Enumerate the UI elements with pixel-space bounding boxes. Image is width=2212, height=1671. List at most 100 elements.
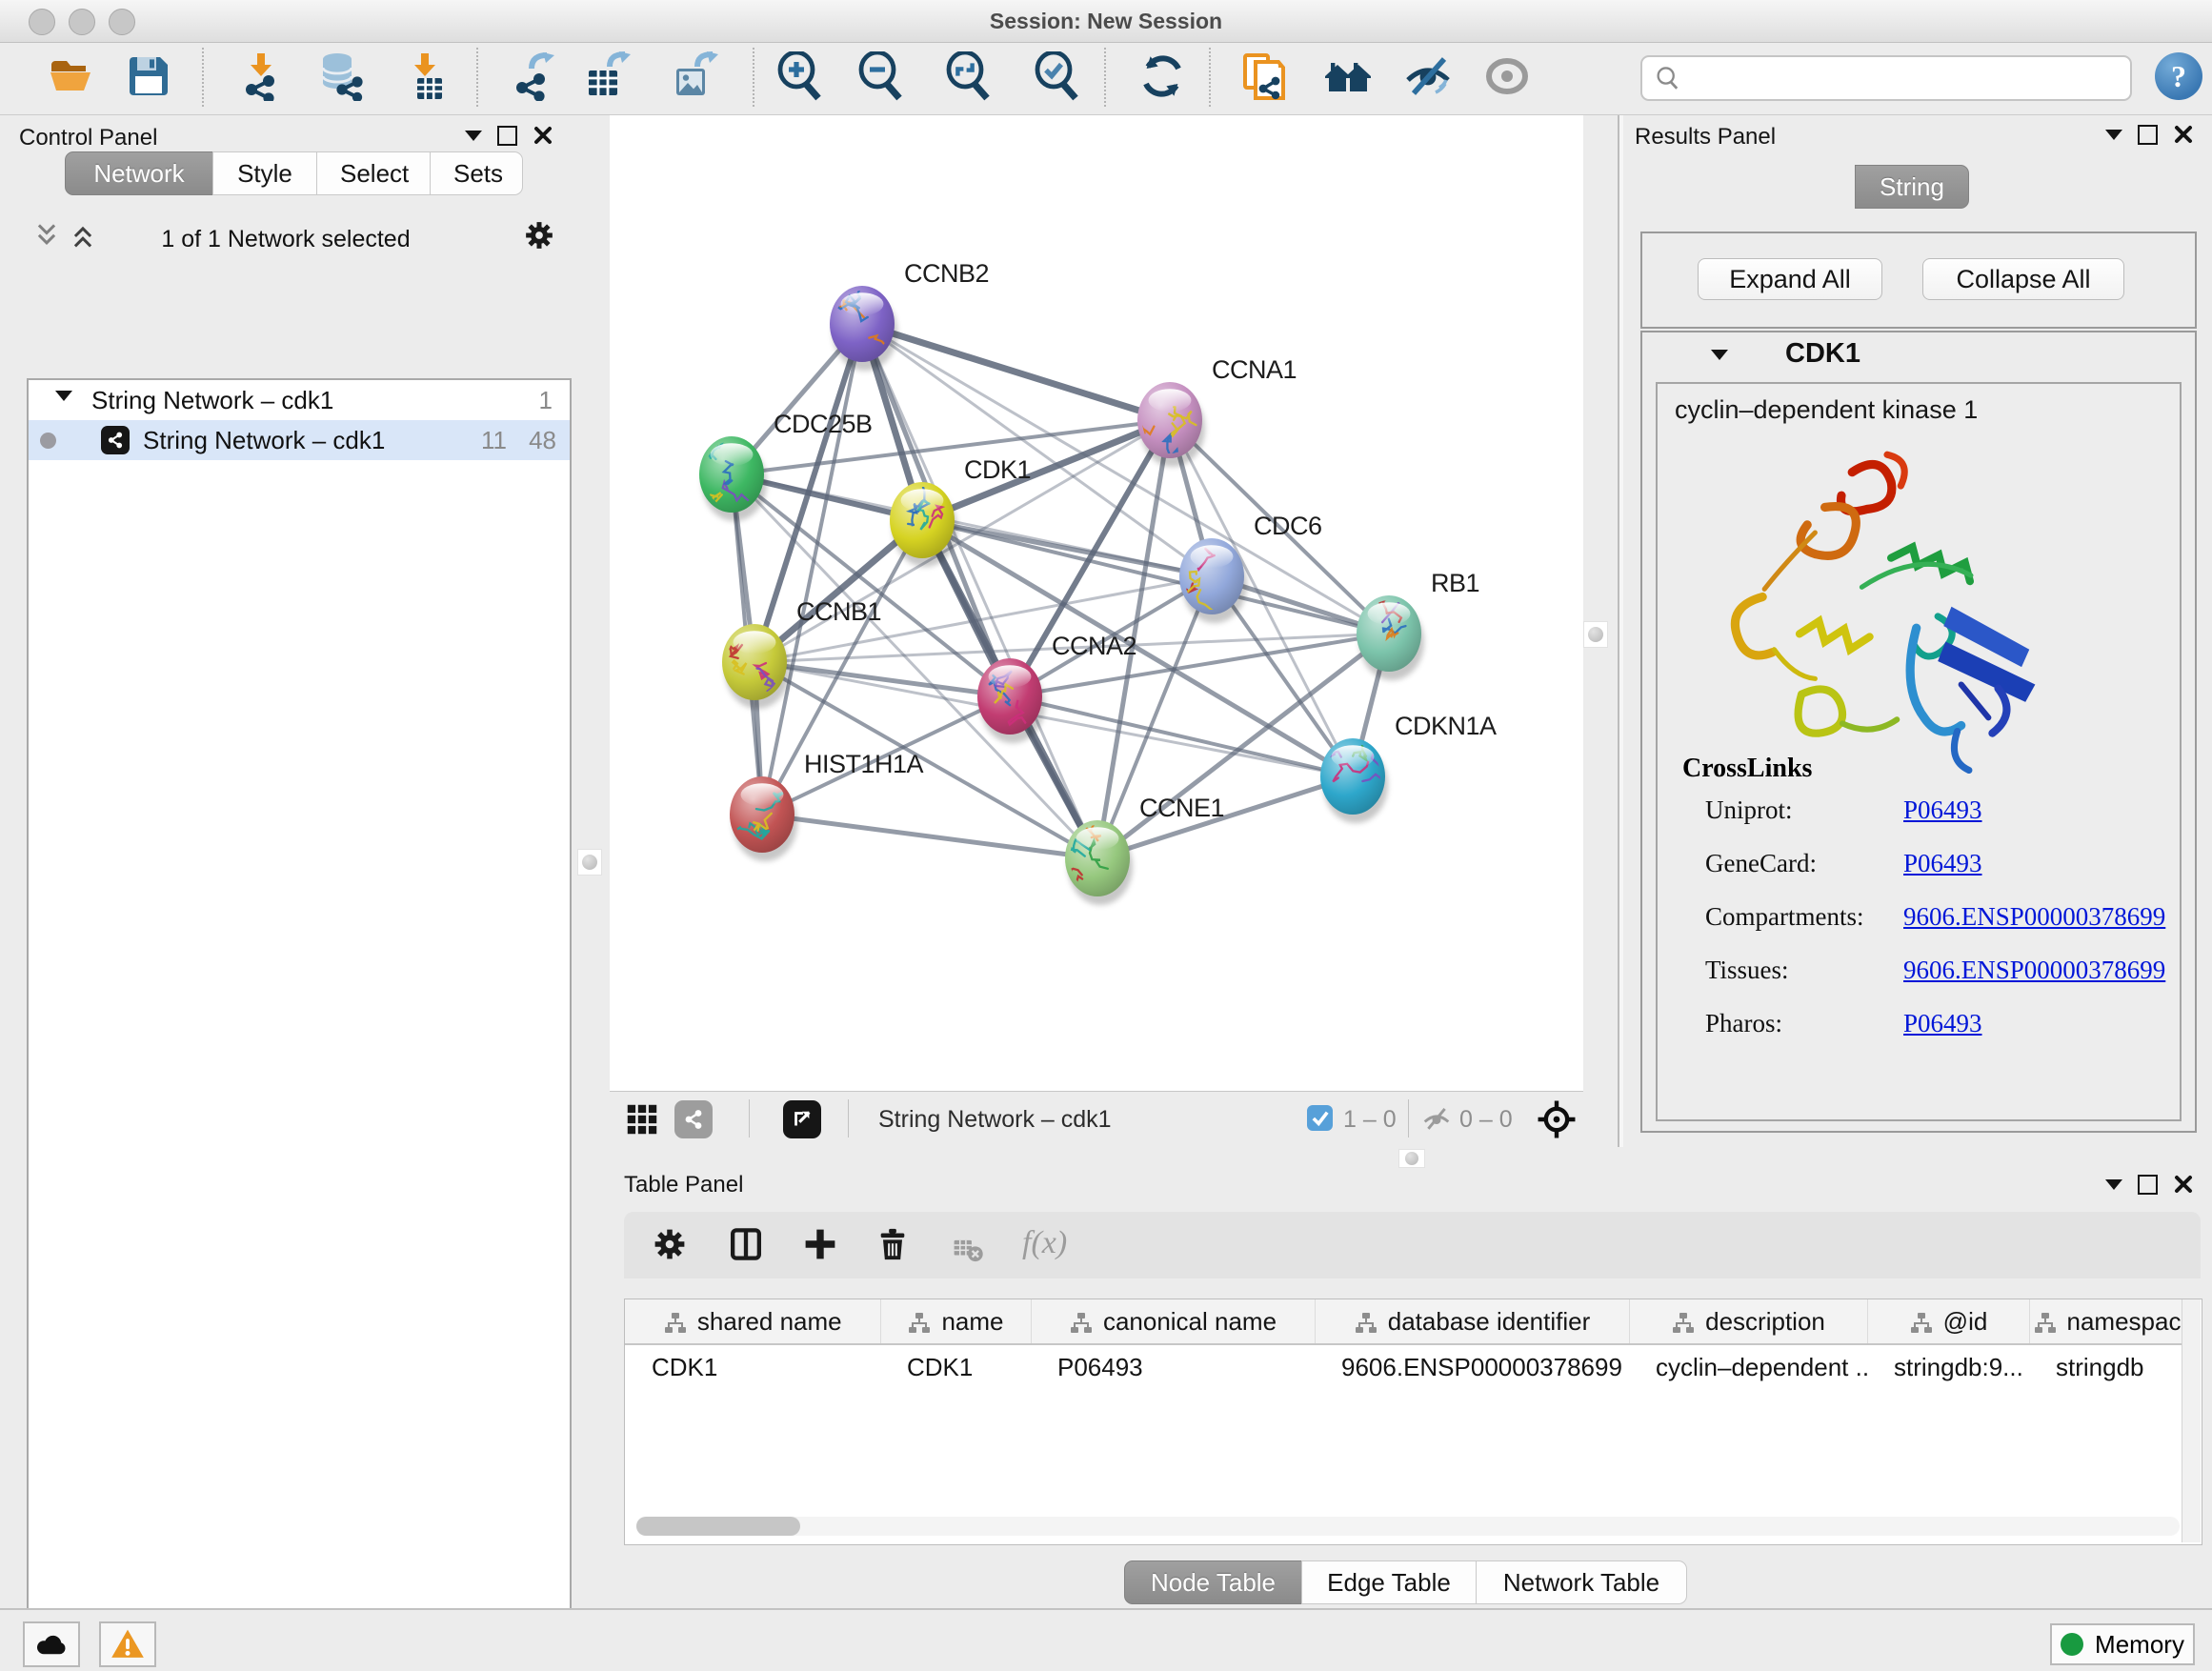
table-cell[interactable]: CDK1	[625, 1344, 880, 1389]
tab-sets[interactable]: Sets	[430, 151, 523, 195]
trash-icon	[874, 1225, 912, 1263]
left-splitter-handle[interactable]	[577, 849, 602, 876]
database-icon	[316, 51, 366, 101]
tab-select[interactable]: Select	[316, 151, 431, 195]
tab-network[interactable]: Network	[65, 151, 213, 195]
column-header--id[interactable]: @id	[1867, 1299, 2029, 1344]
open-session-button[interactable]	[46, 49, 99, 106]
table-cell[interactable]: CDK1	[880, 1344, 1031, 1389]
zoom-in-button[interactable]	[774, 49, 827, 106]
network-options-gear-button[interactable]	[522, 218, 556, 252]
export-table-button[interactable]	[581, 49, 634, 106]
fit-selected-button[interactable]	[1536, 1098, 1578, 1140]
collapse-all-button[interactable]: Collapse All	[1922, 258, 2124, 300]
string-network-graph[interactable]: CCNB2CCNA1CDC25BCDK1CDC6RB1CCNB1CCNA2CDK…	[610, 115, 1583, 1091]
search-input[interactable]	[1690, 59, 2122, 95]
panel-float-button[interactable]	[497, 126, 517, 146]
table-vertical-scrollbar[interactable]	[2182, 1299, 2201, 1542]
crosslink-row: Pharos:P06493	[1705, 1009, 2162, 1062]
results-float-button[interactable]	[2138, 125, 2158, 145]
apply-layout-button[interactable]	[1136, 49, 1189, 106]
column-header-description[interactable]: description	[1629, 1299, 1867, 1344]
edge-CCNB2-CCNA1[interactable]	[862, 324, 1170, 420]
zoom-out-button[interactable]	[855, 49, 908, 106]
export-image-button[interactable]	[669, 49, 722, 106]
expand-all-button[interactable]: Expand All	[1698, 258, 1882, 300]
crosslink-label: Compartments:	[1705, 902, 1863, 931]
network-view-toolbar: String Network – cdk1 1 – 0 0 – 0	[610, 1091, 1583, 1146]
cloud-status-button[interactable]	[23, 1621, 80, 1667]
crosslink-value-link[interactable]: P06493	[1903, 849, 1982, 878]
column-header-database-identifier[interactable]: database identifier	[1315, 1299, 1629, 1344]
memory-button[interactable]: Memory	[2050, 1623, 2195, 1665]
tab-network-table[interactable]: Network Table	[1476, 1560, 1687, 1604]
save-session-button[interactable]	[122, 49, 175, 106]
panel-menu-button[interactable]	[465, 131, 482, 141]
warning-status-button[interactable]	[99, 1621, 156, 1667]
network-collection-row[interactable]: String Network – cdk1 1	[29, 380, 570, 420]
import-network-database-button[interactable]	[314, 49, 368, 106]
edge-CCNB2-HIST1H1A[interactable]	[762, 324, 862, 815]
column-header-canonical-name[interactable]: canonical name	[1031, 1299, 1315, 1344]
tab-style[interactable]: Style	[212, 151, 317, 195]
edge-HIST1H1A-CCNE1[interactable]	[762, 815, 1097, 858]
string-query-button[interactable]	[1321, 49, 1375, 106]
help-button[interactable]: ?	[2155, 52, 2202, 100]
table-float-button[interactable]	[2138, 1175, 2158, 1195]
add-column-button[interactable]	[801, 1225, 839, 1263]
crosslink-value-link[interactable]: P06493	[1903, 1009, 1982, 1038]
table-close-button[interactable]	[2173, 1174, 2194, 1195]
first-neighbors-button[interactable]	[1238, 49, 1292, 106]
scrollbar-thumb[interactable]	[636, 1517, 800, 1536]
edge-CDKN1A-CCNE1[interactable]	[1097, 776, 1353, 858]
crosslink-value-link[interactable]: P06493	[1903, 795, 1982, 825]
node-table[interactable]: shared namenamecanonical namedatabase id…	[624, 1299, 2202, 1545]
node-CDKN1A[interactable]: CDKN1A	[1320, 712, 1497, 823]
bottom-splitter-handle[interactable]	[1398, 1149, 1425, 1168]
show-all-button[interactable]	[1480, 49, 1534, 106]
table-menu-button[interactable]	[2105, 1179, 2122, 1190]
column-header-namespac[interactable]: namespac	[2029, 1299, 2184, 1344]
table-horizontal-scrollbar[interactable]	[636, 1517, 2180, 1536]
table-cell[interactable]: P06493	[1031, 1344, 1315, 1389]
column-header-shared-name[interactable]: shared name	[625, 1299, 880, 1344]
crosslink-value-link[interactable]: 9606.ENSP00000378699	[1903, 956, 2165, 985]
zoom-fit-button[interactable]	[942, 49, 995, 106]
results-menu-button[interactable]	[2105, 130, 2122, 140]
table-cell[interactable]: stringdb:9...	[1867, 1344, 2029, 1389]
table-row[interactable]: CDK1CDK1P064939606.ENSP00000378699cyclin…	[625, 1344, 2184, 1389]
birdseye-view-button[interactable]	[783, 1100, 821, 1138]
hide-selected-button[interactable]	[1401, 49, 1455, 106]
table-cell[interactable]: stringdb	[2029, 1344, 2184, 1389]
table-cell[interactable]: cyclin–dependent ...	[1629, 1344, 1867, 1389]
edge-CCNA2-CDKN1A[interactable]	[1010, 696, 1353, 776]
function-builder-button[interactable]: f(x)	[1022, 1225, 1067, 1261]
zoom-selected-button[interactable]	[1031, 49, 1084, 106]
panel-close-button[interactable]	[533, 125, 553, 146]
table-cell[interactable]: 9606.ENSP00000378699	[1315, 1344, 1629, 1389]
export-network-button[interactable]	[507, 49, 560, 106]
tab-string[interactable]: String	[1855, 165, 1969, 209]
column-header-name[interactable]: name	[880, 1299, 1031, 1344]
table-options-button[interactable]	[651, 1225, 689, 1263]
network-share-view-button[interactable]	[674, 1100, 713, 1138]
show-columns-button[interactable]	[727, 1225, 765, 1263]
network-canvas[interactable]: CCNB2CCNA1CDC25BCDK1CDC6RB1CCNB1CCNA2CDK…	[610, 115, 1583, 1091]
import-network-file-button[interactable]	[234, 49, 288, 106]
node-CCNA1[interactable]: CCNA1	[1137, 355, 1297, 467]
node-CCNE1[interactable]: CCNE1	[1065, 794, 1224, 905]
protein-expander-button[interactable]	[1711, 350, 1728, 360]
tab-edge-table[interactable]: Edge Table	[1301, 1560, 1477, 1604]
selected-checkbox[interactable]	[1307, 1105, 1333, 1131]
import-table-file-button[interactable]	[398, 49, 452, 106]
edge-CCNB2-RB1[interactable]	[862, 324, 1389, 634]
node-RB1[interactable]: RB1	[1357, 569, 1479, 680]
grid-view-button[interactable]	[625, 1102, 659, 1137]
results-close-button[interactable]	[2173, 124, 2194, 145]
network-row-selected[interactable]: String Network – cdk1 11 48	[29, 420, 570, 460]
crosslink-value-link[interactable]: 9606.ENSP00000378699	[1903, 902, 2165, 932]
tab-node-table[interactable]: Node Table	[1124, 1560, 1302, 1604]
delete-table-button[interactable]	[952, 1233, 984, 1265]
delete-column-button[interactable]	[874, 1225, 912, 1263]
right-splitter-handle[interactable]	[1583, 621, 1608, 648]
